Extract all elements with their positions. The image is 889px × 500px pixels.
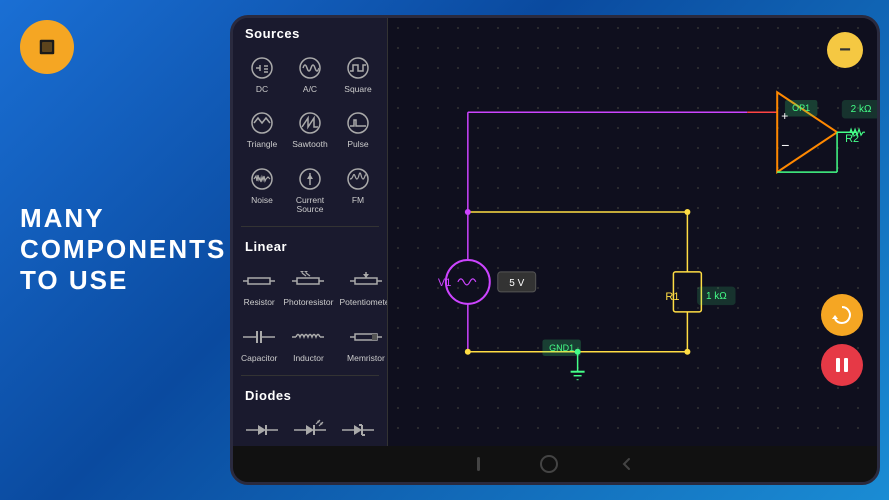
component-pulse[interactable]: Pulse	[335, 102, 381, 155]
tablet-content: Sources DC	[233, 18, 877, 446]
component-led[interactable]: LED	[287, 409, 333, 446]
dc-icon	[244, 53, 280, 83]
section-divider-2	[241, 375, 379, 376]
component-zener[interactable]: Zener	[335, 409, 381, 446]
component-current[interactable]: Current Source	[287, 158, 333, 221]
component-potentiometer[interactable]: Potentiometer	[337, 260, 388, 313]
capacitor-icon	[241, 322, 277, 352]
svg-text:+: +	[781, 109, 788, 123]
noise-label: Noise	[251, 196, 273, 205]
dc-label: DC	[256, 85, 268, 94]
sawtooth-icon	[292, 108, 328, 138]
inductor-label: Inductor	[293, 354, 324, 363]
capacitor-label: Capacitor	[241, 354, 277, 363]
hero-line1: MANY	[20, 203, 226, 234]
svg-text:R1: R1	[665, 291, 679, 303]
potentiometer-icon	[348, 266, 384, 296]
pulse-label: Pulse	[347, 140, 368, 149]
photoresistor-icon	[290, 266, 326, 296]
component-panel: Sources DC	[233, 18, 388, 446]
menu-nav-icon[interactable]	[477, 457, 480, 471]
home-nav-button[interactable]	[540, 455, 558, 473]
svg-text:OP1: OP1	[792, 103, 810, 113]
svg-text:1 kΩ: 1 kΩ	[706, 291, 727, 302]
fm-label: FM	[352, 196, 364, 205]
potentiometer-label: Potentiometer	[339, 298, 388, 307]
tablet-nav	[233, 446, 877, 482]
inductor-icon	[290, 322, 326, 352]
resistor-label: Resistor	[244, 298, 275, 307]
circuit-diagram: 5 V V1 R1 1 kΩ OP1 2 kΩ R2	[388, 18, 877, 446]
circuit-canvas: −	[388, 18, 877, 446]
square-wave-icon	[340, 53, 376, 83]
svg-text:GND1: GND1	[549, 343, 574, 353]
square-label: Square	[344, 85, 371, 94]
memristor-icon	[348, 322, 384, 352]
sources-grid: DC A/C	[233, 45, 387, 222]
component-square[interactable]: Square	[335, 47, 381, 100]
refresh-button[interactable]	[821, 294, 863, 336]
component-capacitor[interactable]: Capacitor	[239, 316, 279, 369]
svg-text:V1: V1	[438, 277, 451, 289]
ac-label: A/C	[303, 85, 317, 94]
diodes-title: Diodes	[233, 380, 387, 407]
svg-text:5 V: 5 V	[509, 278, 524, 289]
component-memristor[interactable]: Memristor	[337, 316, 388, 369]
linear-grid: Resistor	[233, 258, 387, 371]
component-dc[interactable]: DC	[239, 47, 285, 100]
nav-line-1	[477, 457, 480, 471]
chip-icon-container	[20, 20, 74, 74]
component-ac[interactable]: A/C	[287, 47, 333, 100]
svg-text:2 kΩ: 2 kΩ	[851, 104, 872, 115]
noise-icon	[244, 164, 280, 194]
triangle-wave-icon	[244, 108, 280, 138]
component-fm[interactable]: FM	[335, 158, 381, 221]
svg-text:−: −	[781, 137, 789, 153]
sources-title: Sources	[233, 18, 387, 45]
minus-button[interactable]: −	[827, 32, 863, 68]
component-triangle[interactable]: Triangle	[239, 102, 285, 155]
tablet-frame: Sources DC	[230, 15, 880, 485]
component-diode[interactable]: Diode	[239, 409, 285, 446]
hero-line2: COMPONENTS	[20, 234, 226, 265]
action-buttons	[821, 294, 863, 386]
component-resistor[interactable]: Resistor	[239, 260, 279, 313]
ac-icon	[292, 53, 328, 83]
diode-icon	[244, 415, 280, 445]
linear-title: Linear	[233, 231, 387, 258]
component-sawtooth[interactable]: Sawtooth	[287, 102, 333, 155]
component-photoresistor[interactable]: Photoresistor	[281, 260, 335, 313]
pulse-icon	[340, 108, 376, 138]
resistor-icon	[241, 266, 277, 296]
fm-icon	[340, 164, 376, 194]
current-label: Current Source	[289, 196, 331, 215]
component-noise[interactable]: Noise	[239, 158, 285, 221]
triangle-label: Triangle	[247, 140, 277, 149]
led-icon	[292, 415, 328, 445]
sawtooth-label: Sawtooth	[292, 140, 327, 149]
component-inductor[interactable]: Inductor	[281, 316, 335, 369]
section-divider-1	[241, 226, 379, 227]
back-nav-button[interactable]	[618, 456, 634, 472]
hero-text: MANY COMPONENTS TO USE	[20, 203, 226, 297]
current-source-icon	[292, 164, 328, 194]
zener-icon	[340, 415, 376, 445]
photoresistor-label: Photoresistor	[283, 298, 333, 307]
memristor-label: Memristor	[347, 354, 385, 363]
diodes-grid: Diode	[233, 407, 387, 446]
hero-line3: TO USE	[20, 266, 226, 297]
pause-button[interactable]	[821, 344, 863, 386]
chip-icon	[20, 20, 74, 74]
